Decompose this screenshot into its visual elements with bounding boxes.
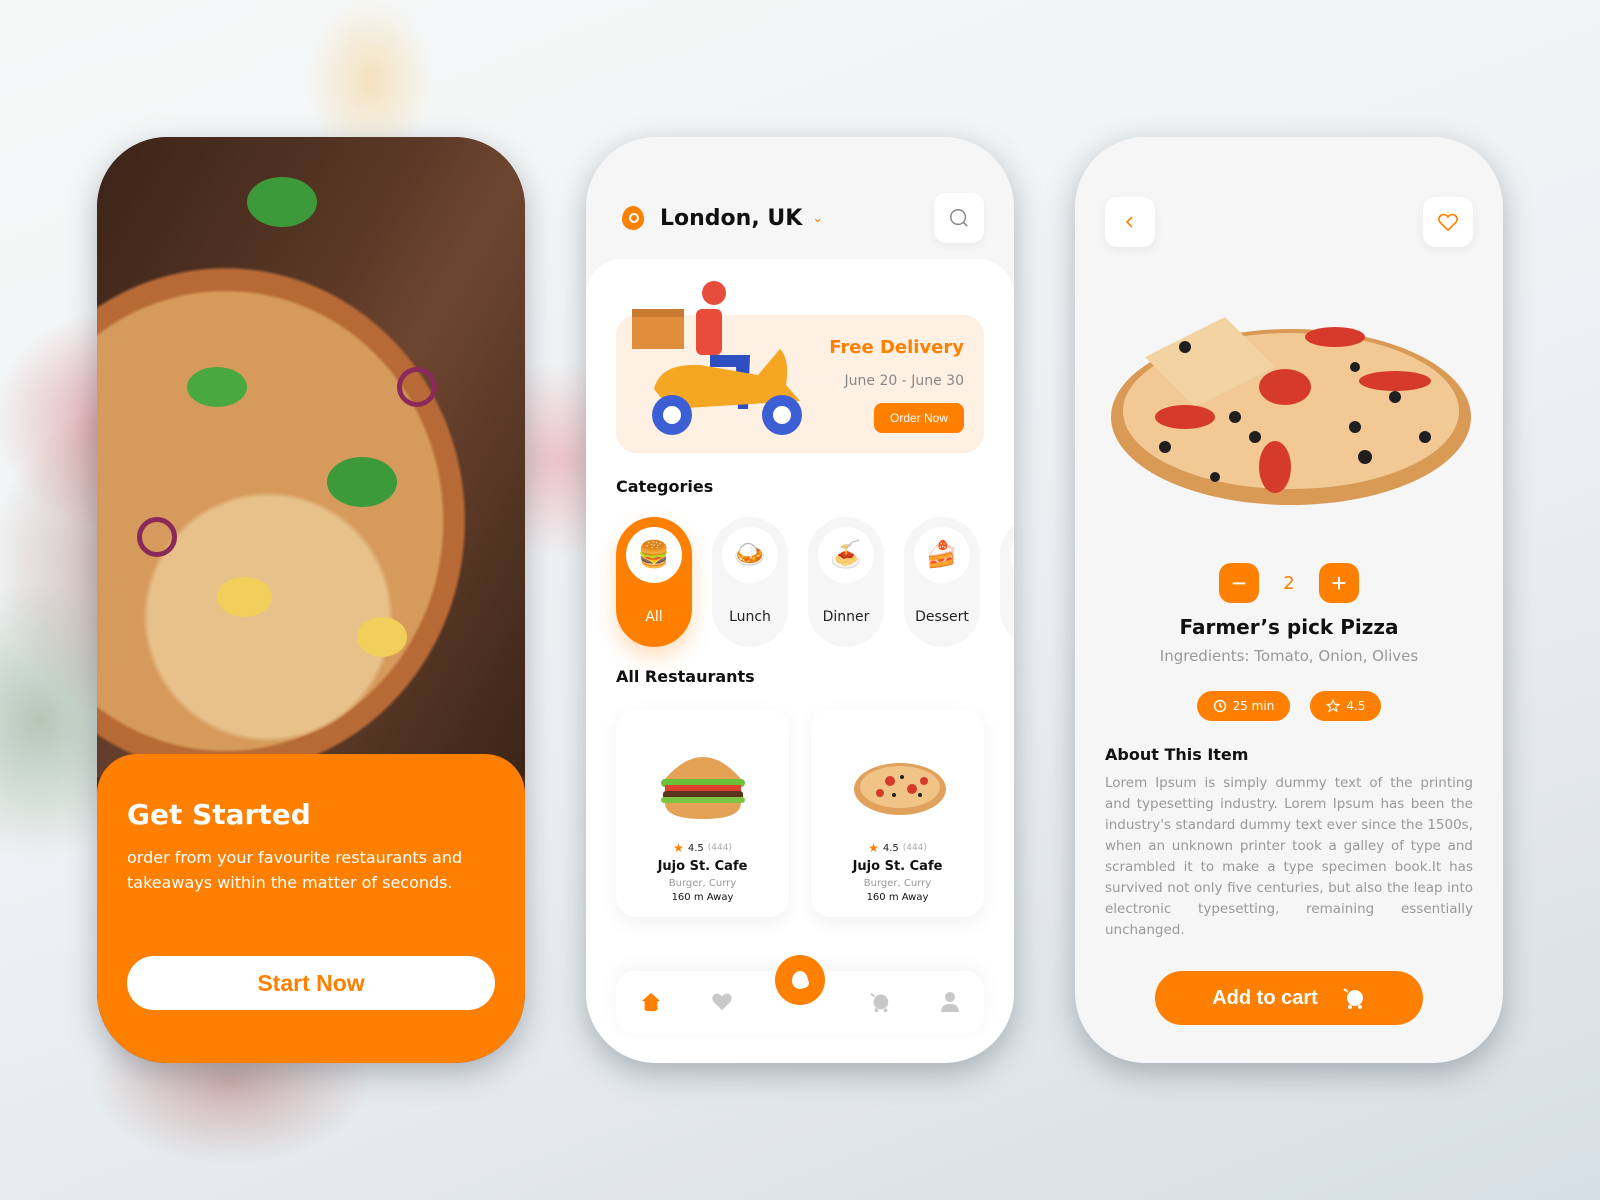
location-icon: [792, 971, 809, 989]
pizza-image: [853, 763, 946, 815]
location-fab[interactable]: [775, 955, 825, 1005]
restaurant-name: Jujo St. Cafe: [657, 859, 748, 874]
order-now-button[interactable]: Order Now: [874, 403, 964, 433]
start-now-button[interactable]: Start Now: [127, 956, 495, 1010]
category-list: 🍔 All 🍛 Lunch 🍝 Dinner 🍰 Dessert B: [616, 517, 1014, 647]
star-icon: ★: [673, 841, 684, 855]
delivery-rider-illustration: [632, 281, 802, 435]
search-button[interactable]: [934, 193, 984, 243]
location-pin-icon: [622, 206, 644, 230]
search-icon: [950, 209, 968, 227]
pizza-image: [1111, 317, 1471, 505]
category-lunch[interactable]: 🍛 Lunch: [712, 517, 788, 647]
restaurant-distance: 160 m Away: [671, 892, 734, 903]
category-label: Dinner: [822, 609, 870, 625]
promo-banner: Free Delivery June 20 - June 30 Order No…: [616, 281, 984, 453]
item-detail-screen: − 2 + Farmer’s pick Pizza Ingredients: T…: [1075, 137, 1503, 1063]
quantity-stepper: − 2 +: [1075, 563, 1503, 603]
home-icon[interactable]: [640, 991, 662, 1013]
location-selector[interactable]: London, UK: [660, 206, 802, 231]
banner-dates: June 20 - June 30: [844, 373, 964, 389]
category-label: All: [645, 609, 663, 625]
item-name: Farmer’s pick Pizza: [1179, 615, 1399, 639]
clock-icon: [1213, 699, 1226, 713]
category-image: [1010, 527, 1014, 583]
cake-icon: 🍰: [914, 527, 970, 583]
time-badge: 25 min: [1196, 691, 1291, 721]
about-title: About This Item: [1105, 745, 1249, 764]
restaurant-card[interactable]: ★ 4.5 (444) Jujo St. Cafe Burger, Curry …: [811, 709, 984, 917]
banner-title: Free Delivery: [829, 337, 964, 358]
rating-badge: 4.5: [1310, 691, 1382, 721]
onboarding-screen: Get Started order from your favourite re…: [97, 137, 525, 1063]
item-meta: 25 min 4.5: [1075, 691, 1503, 721]
item-ingredients: Ingredients: Tomato, Onion, Olives: [1159, 647, 1419, 665]
chevron-down-icon[interactable]: ⌄: [812, 211, 823, 226]
restaurants-title: All Restaurants: [616, 667, 755, 686]
onboarding-description: order from your favourite restaurants an…: [127, 848, 463, 892]
star-icon: ★: [868, 841, 879, 855]
rating-value: 4.5: [687, 842, 704, 854]
home-screen: London, UK ⌄ Free Delivery June 20 - Jun…: [586, 137, 1014, 1063]
restaurant-list: ★ 4.5 (444) Jujo St. Cafe Burger, Curry …: [616, 709, 984, 917]
cart-icon[interactable]: [869, 991, 891, 1013]
rating-count: (444): [902, 843, 927, 853]
add-to-cart-label: Add to cart: [1212, 986, 1318, 1009]
cart-icon: [1343, 988, 1363, 1009]
restaurant-rating: ★ 4.5 (444): [868, 841, 927, 855]
rating-value: 4.5: [882, 842, 899, 854]
categories-title: Categories: [616, 477, 714, 496]
lunch-plate-icon: 🍛: [722, 527, 778, 583]
content-sheet: Free Delivery June 20 - June 30 Order No…: [586, 259, 1014, 1063]
restaurant-card[interactable]: ★ 4.5 (444) Jujo St. Cafe Burger, Curry …: [616, 709, 789, 917]
quantity-value: 2: [1283, 572, 1295, 594]
fast-food-icon: 🍔: [626, 527, 682, 583]
rating-count: (444): [707, 843, 732, 853]
rating-value: 4.5: [1346, 699, 1366, 713]
restaurant-name: Jujo St. Cafe: [852, 859, 943, 874]
favorite-button[interactable]: [1423, 197, 1473, 247]
user-icon[interactable]: [940, 991, 960, 1013]
about-text: Lorem Ipsum is simply dummy text of the …: [1105, 775, 1473, 938]
decrease-quantity-button[interactable]: −: [1219, 563, 1259, 603]
restaurant-distance: 160 m Away: [866, 892, 929, 903]
category-dinner[interactable]: 🍝 Dinner: [808, 517, 884, 647]
category-label: Dessert: [915, 609, 969, 625]
chevron-left-icon: [1125, 216, 1133, 228]
header: London, UK ⌄: [622, 193, 984, 243]
increase-quantity-button[interactable]: +: [1319, 563, 1359, 603]
restaurant-cuisine: Burger, Curry: [863, 878, 932, 889]
restaurant-rating: ★ 4.5 (444): [673, 841, 732, 855]
category-label: Lunch: [729, 609, 771, 625]
burger-image: [660, 757, 745, 819]
category-all[interactable]: 🍔 All: [616, 517, 692, 647]
category-partial[interactable]: B: [1000, 517, 1014, 647]
star-outline-icon: [1326, 699, 1341, 713]
heart-outline-icon: [1438, 213, 1458, 232]
heart-icon[interactable]: [711, 991, 733, 1013]
pizza-photo: [97, 137, 525, 777]
back-button[interactable]: [1105, 197, 1155, 247]
onboarding-title: Get Started: [127, 798, 311, 831]
get-started-card: Get Started order from your favourite re…: [97, 754, 525, 1063]
restaurant-cuisine: Burger, Curry: [668, 878, 737, 889]
category-dessert[interactable]: 🍰 Dessert: [904, 517, 980, 647]
dinner-plate-icon: 🍝: [818, 527, 874, 583]
time-value: 25 min: [1232, 699, 1275, 713]
add-to-cart-button[interactable]: Add to cart: [1155, 971, 1423, 1025]
